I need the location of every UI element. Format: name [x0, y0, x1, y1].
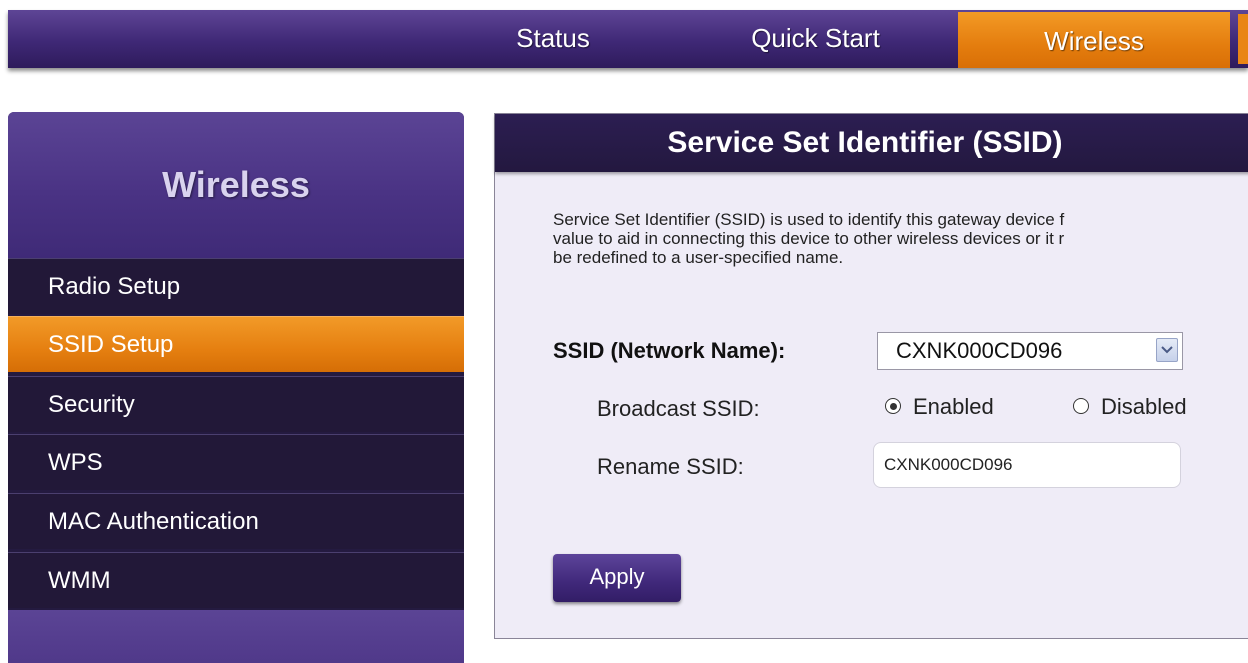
sidebar-item-mac-authentication[interactable]: MAC Authentication — [8, 493, 464, 549]
router-admin-page: Status Quick Start Wireless Wireless Rad… — [0, 0, 1248, 663]
description-line: be redefined to a user-specified name. — [553, 248, 844, 267]
tab-wireless[interactable]: Wireless — [958, 12, 1230, 68]
broadcast-enabled-radio[interactable]: Enabled — [885, 394, 994, 420]
radio-label: Enabled — [913, 394, 994, 419]
sidebar-item-ssid-setup[interactable]: SSID Setup — [8, 316, 464, 372]
sidebar-item-security[interactable]: Security — [8, 376, 464, 432]
sidebar-item-wps[interactable]: WPS — [8, 434, 464, 490]
panel-header: Service Set Identifier (SSID) — [495, 114, 1248, 172]
radio-label: Disabled — [1101, 394, 1187, 419]
sidebar-item-label: MAC Authentication — [48, 508, 259, 535]
sidebar-item-label: WPS — [48, 449, 103, 476]
radio-selected-icon — [885, 398, 901, 415]
description-text: Service Set Identifier (SSID) is used to… — [553, 210, 1248, 267]
rename-ssid-label: Rename SSID: — [597, 454, 744, 479]
broadcast-ssid-label: Broadcast SSID: — [597, 396, 760, 421]
sidebar-title: Wireless — [162, 164, 310, 205]
ssid-panel: Service Set Identifier (SSID) Service Se… — [494, 113, 1248, 639]
sidebar-header: Wireless — [8, 112, 464, 258]
ssid-select-value: CXNK000CD096 — [896, 338, 1063, 363]
description-line: value to aid in connecting this device t… — [553, 229, 1065, 248]
description-line: Service Set Identifier (SSID) is used to… — [553, 210, 1065, 229]
rename-ssid-input[interactable] — [873, 442, 1181, 488]
sidebar-item-wmm[interactable]: WMM — [8, 552, 464, 608]
tab-status[interactable]: Status — [498, 10, 608, 68]
apply-button[interactable]: Apply — [553, 554, 681, 602]
radio-unselected-icon — [1073, 398, 1089, 415]
broadcast-disabled-radio[interactable]: Disabled — [1073, 394, 1187, 420]
chevron-down-icon[interactable] — [1156, 338, 1178, 362]
sidebar-item-radio-setup[interactable]: Radio Setup — [8, 258, 464, 314]
sidebar-footer — [8, 610, 464, 663]
ssid-select[interactable]: CXNK000CD096 — [877, 332, 1183, 370]
tab-edge-divider — [1238, 14, 1248, 64]
sidebar: Wireless Radio Setup SSID Setup Security… — [8, 112, 464, 663]
sidebar-item-label: SSID Setup — [48, 331, 174, 358]
tab-quick-start[interactable]: Quick Start — [728, 10, 903, 68]
ssid-network-name-label: SSID (Network Name): — [553, 338, 786, 363]
sidebar-item-label: Security — [48, 391, 135, 418]
top-nav-bar: Status Quick Start Wireless — [8, 10, 1248, 68]
sidebar-item-label: WMM — [48, 567, 111, 594]
sidebar-item-label: Radio Setup — [48, 273, 181, 300]
page-title: Service Set Identifier (SSID) — [667, 126, 1063, 159]
